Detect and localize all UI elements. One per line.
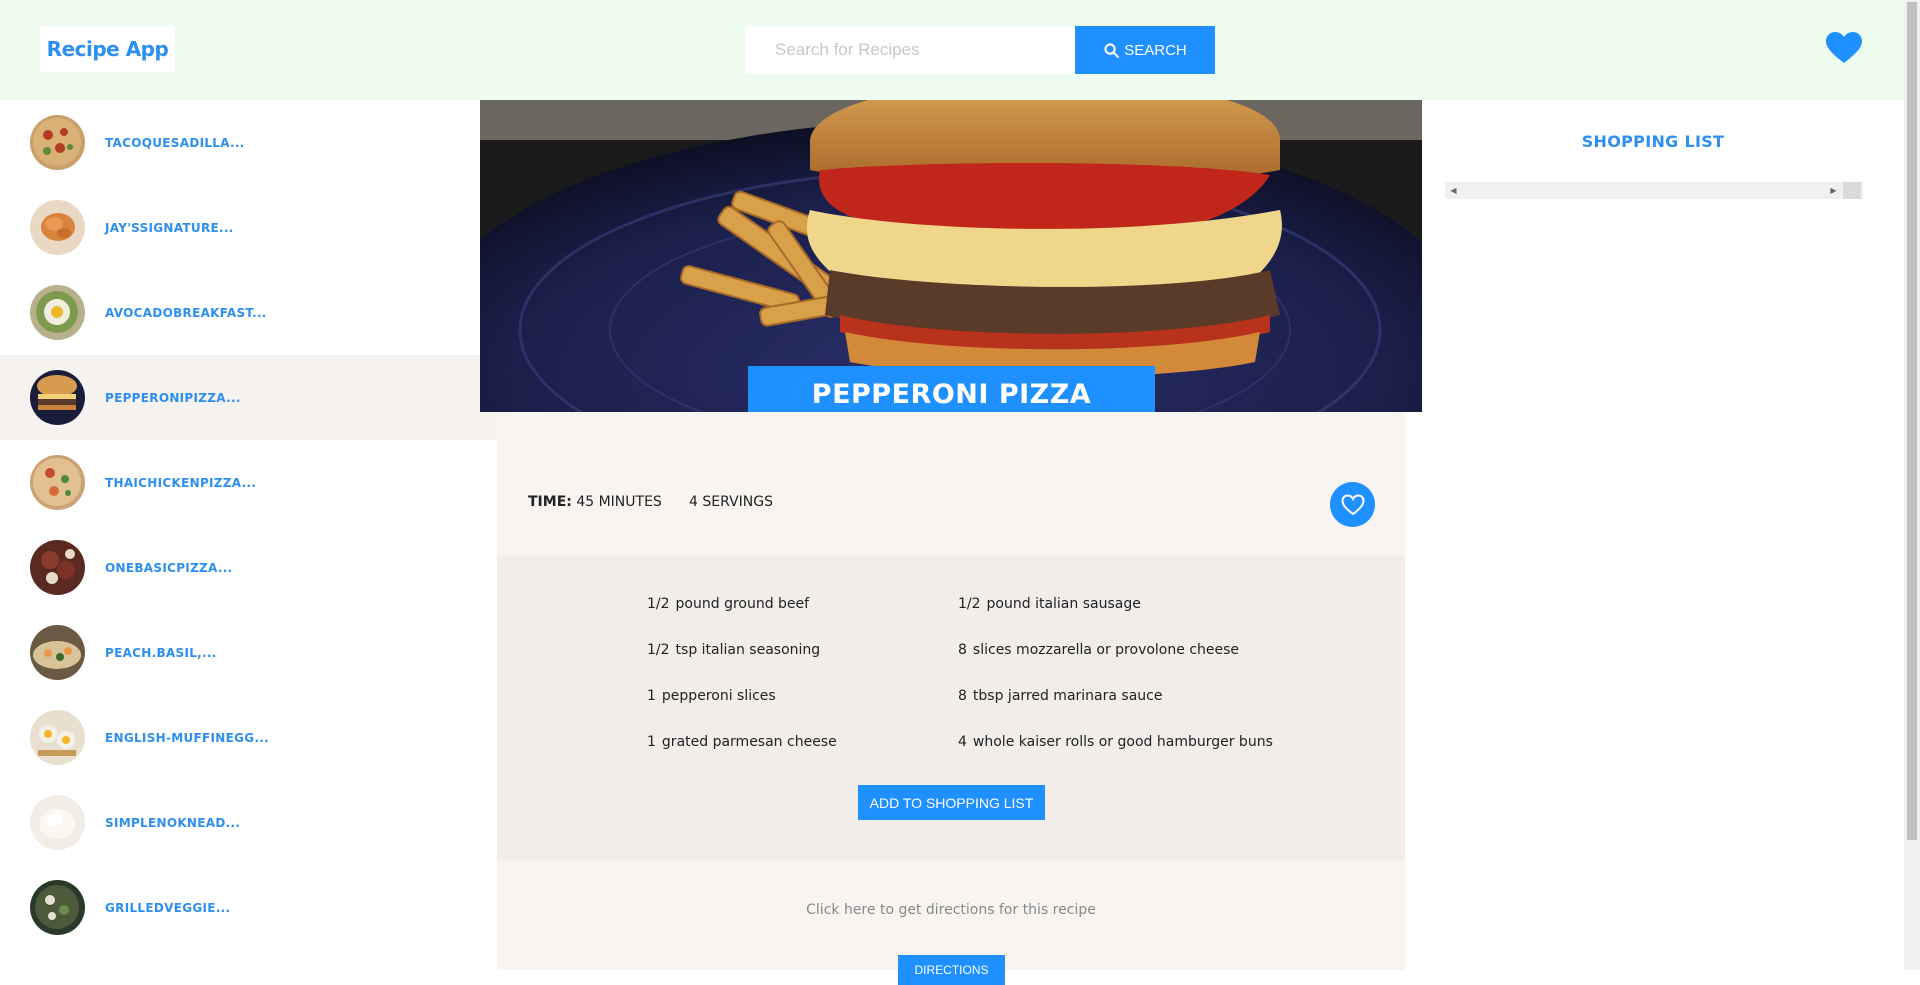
ingredient-text: slices mozzarella or provolone cheese <box>972 642 1240 658</box>
recipe-results-list: TACOQUESADILLA... JAY'SSIGNATURE... AVOC… <box>0 100 497 970</box>
ingredient-item: 1 grated parmesan cheese <box>647 734 958 754</box>
recipe-result-title: GRILLEDVEGGIE... <box>105 900 231 915</box>
ingredient-text: tsp italian seasoning <box>675 642 821 658</box>
recipe-result-item[interactable]: TACOQUESADILLA... <box>0 100 497 185</box>
search-button-label: SEARCH <box>1124 41 1187 59</box>
recipe-result-item[interactable]: SIMPLENOKNEAD... <box>0 780 497 865</box>
ingredient-qty: 1/2 <box>647 596 670 612</box>
ingredients-section: 1/2 pound ground beef 1/2 pound italian sa… <box>497 556 1405 860</box>
search-form: SEARCH <box>745 26 1215 74</box>
ingredient-item: 1/2 pound italian sausage <box>958 596 1269 616</box>
recipe-thumbnail <box>30 710 85 765</box>
recipe-result-item[interactable]: THAICHICKENPIZZA... <box>0 440 497 525</box>
ingredient-item: 8 tbsp jarred marinara sauce <box>958 688 1269 708</box>
header: Recipe App SEARCH <box>0 0 1904 100</box>
recipe-result-title: THAICHICKENPIZZA... <box>105 475 257 490</box>
recipe-thumbnail <box>30 795 85 850</box>
directions-text: Click here to get directions for this re… <box>806 902 1096 918</box>
shopping-list-scrollbar[interactable]: ◀ ▶ <box>1445 182 1863 199</box>
time-unit: MINUTES <box>598 494 662 510</box>
ingredient-text: pepperoni slices <box>661 688 776 704</box>
recipe-result-item[interactable]: JAY'SSIGNATURE... <box>0 185 497 270</box>
search-input[interactable] <box>745 26 1075 74</box>
recipe-thumbnail <box>30 370 85 425</box>
ingredient-list: 1/2 pound ground beef 1/2 pound italian sa… <box>647 596 1273 754</box>
ingredient-qty: 1/2 <box>958 596 981 612</box>
add-to-shopping-list-button[interactable]: ADD TO SHOPPING LIST <box>858 785 1045 820</box>
recipe-result-title: JAY'SSIGNATURE... <box>105 220 234 235</box>
ingredient-qty: 1 <box>647 734 656 750</box>
page-scrollbar-thumb[interactable] <box>1907 2 1917 840</box>
recipe-result-item[interactable]: ONEBASICPIZZA... <box>0 525 497 610</box>
recipe-result-title: ONEBASICPIZZA... <box>105 560 233 575</box>
ingredient-text: pound ground beef <box>675 596 810 612</box>
ingredient-text: tbsp jarred marinara sauce <box>972 688 1163 704</box>
time-value: 45 <box>576 494 595 510</box>
heart-icon[interactable] <box>1826 32 1862 64</box>
favorite-button[interactable] <box>1330 482 1375 527</box>
search-button[interactable]: SEARCH <box>1075 26 1215 74</box>
recipe-result-title: SIMPLENOKNEAD... <box>105 815 241 830</box>
recipe-time: TIME: 45 MINUTES <box>528 494 662 510</box>
ingredient-item: 8 slices mozzarella or provolone cheese <box>958 642 1269 662</box>
ingredient-text: pound italian sausage <box>986 596 1141 612</box>
recipe-result-title: PEPPERONIPIZZA... <box>105 390 241 405</box>
scroll-right-arrow-icon[interactable]: ▶ <box>1825 182 1842 199</box>
ingredient-item: 1/2 tsp italian seasoning <box>647 642 958 662</box>
recipe-result-item[interactable]: ENGLISH-MUFFINEGG... <box>0 695 497 780</box>
servings-value: 4 <box>689 494 698 510</box>
recipe-result-item[interactable]: PEACH.BASIL,... <box>0 610 497 695</box>
recipe-thumbnail <box>30 115 85 170</box>
recipe-result-title: AVOCADOBREAKFAST... <box>105 305 267 320</box>
heart-outline-icon <box>1340 493 1365 515</box>
ingredient-qty: 1 <box>647 688 656 704</box>
scrollbar-thumb[interactable] <box>1843 182 1861 199</box>
directions-button[interactable]: DIRECTIONS <box>898 955 1005 985</box>
recipe-thumbnail <box>30 285 85 340</box>
directions-section: Click here to get directions for this re… <box>497 860 1405 985</box>
shopping-list-panel: SHOPPING LIST ◀ ▶ <box>1422 100 1904 970</box>
recipe-result-item-active[interactable]: PEPPERONIPIZZA... <box>0 355 497 440</box>
ingredient-item: 4 whole kaiser rolls or good hamburger bu… <box>958 734 1273 754</box>
search-icon <box>1104 42 1120 58</box>
ingredient-text: grated parmesan cheese <box>661 734 837 750</box>
servings-unit: SERVINGS <box>702 494 773 510</box>
recipe-result-title: ENGLISH-MUFFINEGG... <box>105 730 270 745</box>
shopping-list-title: SHOPPING LIST <box>1581 132 1725 151</box>
recipe-result-item[interactable]: GRILLEDVEGGIE... <box>0 865 497 950</box>
app-logo[interactable]: Recipe App <box>40 26 175 72</box>
recipe-servings: 4 SERVINGS <box>689 494 773 510</box>
recipe-thumbnail <box>30 455 85 510</box>
recipe-thumbnail <box>30 540 85 595</box>
ingredient-text: whole kaiser rolls or good hamburger bun… <box>972 734 1273 750</box>
ingredient-item: 1/2 pound ground beef <box>647 596 958 616</box>
recipe-thumbnail <box>30 200 85 255</box>
recipe-details: TIME: 45 MINUTES 4 SERVINGS <box>497 412 1405 556</box>
scroll-left-arrow-icon[interactable]: ◀ <box>1445 182 1462 199</box>
ingredient-qty: 4 <box>958 734 967 750</box>
recipe-result-item[interactable]: AVOCADOBREAKFAST... <box>0 270 497 355</box>
ingredient-qty: 8 <box>958 642 967 658</box>
ingredient-qty: 1/2 <box>647 642 670 658</box>
ingredient-qty: 8 <box>958 688 967 704</box>
ingredient-item: 1 pepperoni slices <box>647 688 958 708</box>
recipe-result-title: TACOQUESADILLA... <box>105 135 245 150</box>
recipe-result-title: PEACH.BASIL,... <box>105 645 217 660</box>
page-scrollbar[interactable] <box>1904 0 1920 970</box>
recipe-thumbnail <box>30 625 85 680</box>
time-label: TIME: <box>528 494 572 510</box>
recipe-thumbnail <box>30 880 85 935</box>
